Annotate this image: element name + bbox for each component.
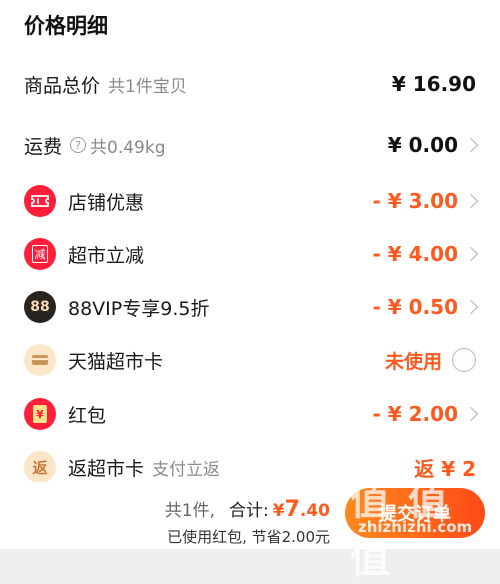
reduce-icon: 减 (24, 238, 56, 270)
shipping-label: 运费 (24, 135, 63, 158)
red-packet-value: - ¥ 2.00 (372, 402, 459, 426)
cashback-sub: 支付立返 (152, 459, 221, 480)
total-amount: ¥7.40 (273, 497, 330, 522)
total-currency: ¥ (272, 501, 285, 521)
goods-total-value: ¥ 16.90 (391, 72, 476, 96)
chevron-right-icon (463, 193, 479, 209)
submit-order-button[interactable]: 提交订单 (345, 488, 485, 538)
shipping-weight: 共0.49kg (90, 137, 166, 158)
vip-label: 88VIP专享9.5折 (68, 297, 210, 320)
tmall-card-radio[interactable] (452, 348, 476, 372)
tmall-card-label: 天猫超市卡 (68, 350, 164, 373)
total-decimal: .40 (299, 501, 330, 521)
vip-row[interactable]: 88 88VIP专享9.5折 - ¥ 0.50 (0, 287, 500, 327)
goods-count: 共1件宝贝 (108, 76, 187, 97)
88vip-glyph: 88 (30, 299, 50, 315)
88vip-icon: 88 (24, 291, 56, 323)
chevron-right-icon (463, 137, 479, 153)
vip-value: - ¥ 0.50 (372, 295, 459, 319)
market-reduce-value: - ¥ 4.00 (372, 242, 459, 266)
item-count: 共1件, (164, 501, 215, 521)
shipping-row[interactable]: 运费 ? 共0.49kg ¥ 0.00 (0, 125, 500, 165)
chevron-right-icon (463, 246, 479, 262)
cashback-label: 返超市卡 (68, 457, 145, 480)
cashback-icon: 返 (24, 451, 56, 482)
cashback-value: 返 ¥ 2 (414, 456, 476, 481)
shipping-value: ¥ 0.00 (387, 133, 458, 157)
ticket-icon (24, 185, 56, 217)
section-title: 价格明细 (24, 14, 108, 38)
cashback-glyph: 返 (32, 458, 48, 477)
saved-note: 已使用红包, 节省2.00元 (167, 528, 330, 546)
red-packet-label: 红包 (68, 404, 107, 427)
total-line: 共1件, 合计: ¥7.40 (165, 496, 330, 522)
price-detail-card: 价格明细 商品总价 共1件宝贝 ¥ 16.90 运费 ? 共0.49kg ¥ 0… (0, 0, 500, 482)
market-reduce-row[interactable]: 减 超市立减 - ¥ 4.00 (0, 234, 500, 274)
chevron-right-icon (463, 299, 479, 315)
store-discount-label: 店铺优惠 (68, 191, 145, 214)
total-integer: 7 (284, 497, 300, 522)
red-packet-icon: ¥ (24, 398, 56, 430)
reduce-glyph: 减 (32, 245, 48, 263)
chevron-right-icon (463, 406, 479, 422)
store-discount-value: - ¥ 3.00 (372, 189, 459, 213)
tmall-card-status: 未使用 (384, 350, 442, 373)
goods-total-row: 商品总价 共1件宝贝 ¥ 16.90 (0, 64, 500, 104)
red-packet-glyph: ¥ (33, 405, 47, 423)
total-label: 合计: (228, 501, 269, 521)
store-discount-row[interactable]: 店铺优惠 - ¥ 3.00 (0, 181, 500, 221)
red-packet-row[interactable]: ¥ 红包 - ¥ 2.00 (0, 394, 500, 434)
tmall-card-row[interactable]: 天猫超市卡 未使用 (0, 340, 500, 380)
question-icon[interactable]: ? (70, 137, 87, 153)
goods-total-label: 商品总价 (24, 74, 101, 97)
card-icon (24, 344, 56, 376)
market-reduce-label: 超市立减 (68, 244, 145, 267)
cashback-row: 返 返超市卡 支付立返 返 ¥ 2 (0, 447, 500, 482)
